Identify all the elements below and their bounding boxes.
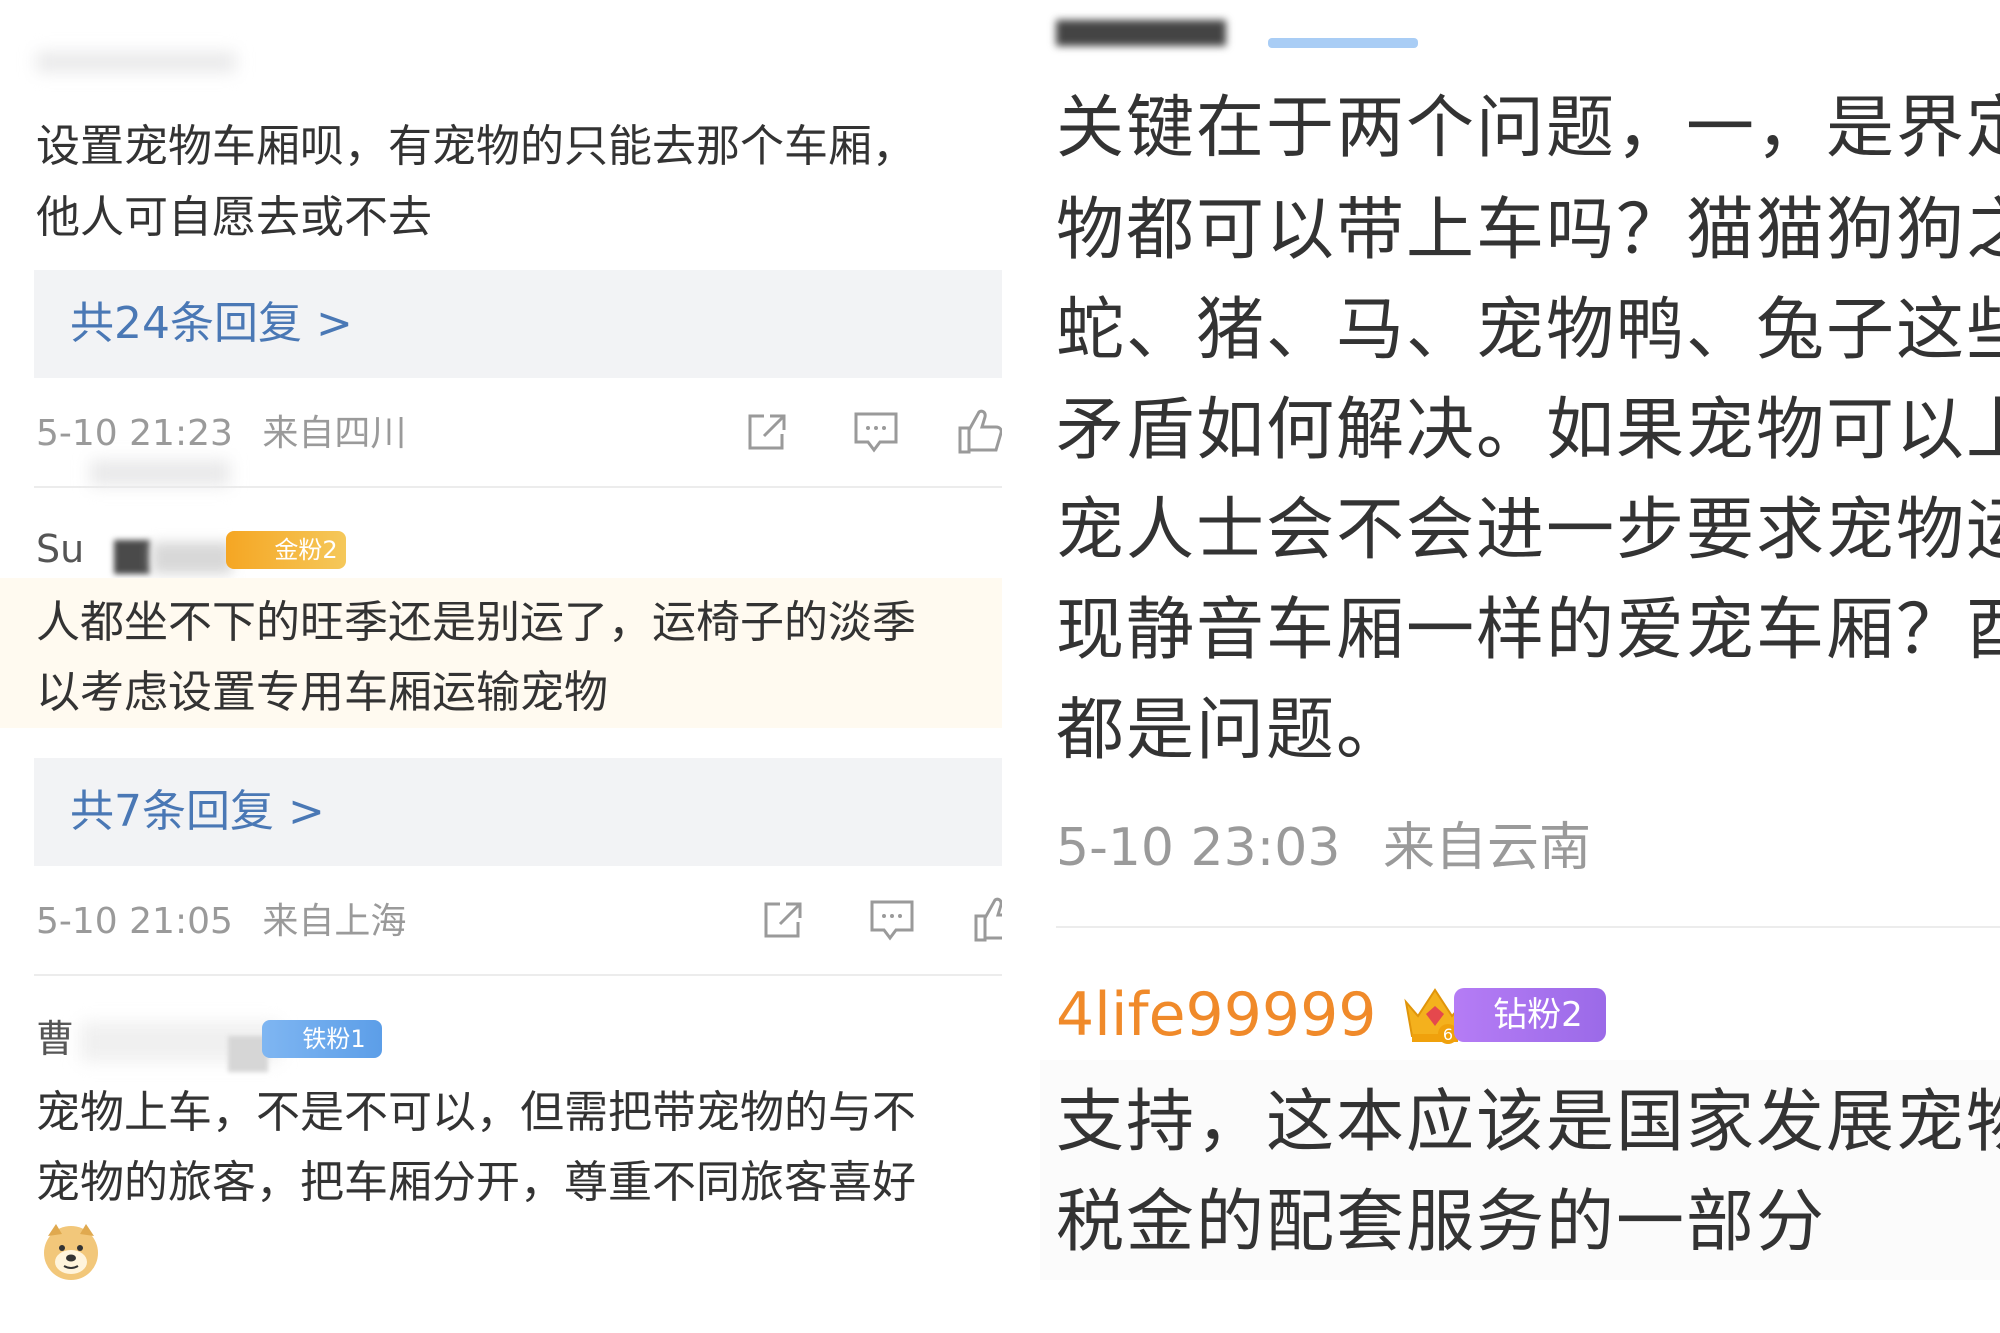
replies-link-box[interactable]: 共24条回复 > <box>34 270 1002 378</box>
comment-text-line: 宠物上车，不是不可以，但需把带宠物的与不 <box>36 1087 916 1138</box>
comment-text-line: 蛇、猪、马、宠物鸭、兔子这些 <box>1056 291 2000 370</box>
comment-text-line: 现静音车厢一样的爱宠车厢？酉 <box>1056 591 2000 670</box>
like-icon[interactable] <box>956 406 1002 456</box>
comment-text-line: 支持，这本应该是国家发展宠物 <box>1056 1083 2000 1162</box>
fan-badge: 金粉2 <box>226 531 346 569</box>
location-text: 来自四川 <box>262 413 407 454</box>
username[interactable]: Su <box>36 526 84 572</box>
left-screenshot-panel: 设置宠物车厢呗，有宠物的只能去那个车厢， 他人可自愿去或不去 共24条回复 > … <box>0 0 1002 1333</box>
cropped-username-fragment <box>1056 20 1226 46</box>
comment-text-line: 宠人士会不会进一步要求宠物运 <box>1056 491 2000 570</box>
fan-badge: 铁粉1 <box>262 1020 382 1058</box>
comment-text-line: 他人可自愿去或不去 <box>36 192 432 243</box>
comment-divider <box>34 486 1002 488</box>
redacted-username <box>114 540 150 574</box>
badge-text: 铁粉1 <box>302 1025 366 1053</box>
replies-link[interactable]: 共24条回复 > <box>70 296 353 352</box>
right-screenshot-panel: 关键在于两个问题，一，是界定 物都可以带上车吗？猫猫狗狗之 蛇、猪、马、宠物鸭、… <box>1040 0 2000 1333</box>
fan-badge: 钻粉2 <box>1454 988 1606 1042</box>
timestamp: 5-10 21:05 来自上海 <box>36 900 406 944</box>
cropped-badge-fragment <box>1268 38 1418 48</box>
comment-text-line: 设置宠物车厢呗，有宠物的只能去那个车厢， <box>36 121 916 172</box>
timestamp: 5-10 21:23 来自四川 <box>36 412 406 456</box>
doge-emoji <box>40 1220 102 1282</box>
blurred-avatar-area <box>90 460 230 486</box>
timestamp-text: 5-10 21:23 <box>36 413 233 454</box>
share-icon[interactable] <box>760 898 808 942</box>
comment-icon[interactable] <box>868 898 916 942</box>
comment-text-line: 人都坐不下的旺季还是别运了，运椅子的淡季 <box>36 597 916 648</box>
comment-icon[interactable] <box>852 410 900 454</box>
comment-text-line: 宠物的旅客，把车厢分开，尊重不同旅客喜好 <box>36 1157 916 1208</box>
crown-level: 6 <box>1443 1025 1453 1044</box>
comment-text-line: 税金的配套服务的一部分 <box>1056 1183 1827 1262</box>
comment-text-line: 矛盾如何解决。如果宠物可以上 <box>1056 391 2000 470</box>
like-icon[interactable] <box>972 894 1002 944</box>
badge-text: 钻粉2 <box>1493 995 1583 1035</box>
badge-text: 金粉2 <box>274 536 338 564</box>
cropped-text-fragment <box>36 52 236 72</box>
replies-link[interactable]: 共7条回复 > <box>70 784 325 840</box>
redacted-username <box>152 542 232 574</box>
replies-link-box[interactable]: 共7条回复 > <box>34 758 1002 866</box>
comment-text-line: 都是问题。 <box>1056 691 1407 770</box>
location-text: 来自上海 <box>262 901 407 942</box>
comment-divider <box>1056 926 2000 928</box>
comment-text-line: 关键在于两个问题，一，是界定 <box>1056 89 2000 168</box>
comment-text-line: 物都可以带上车吗？猫猫狗狗之 <box>1056 191 2000 270</box>
timestamp: 5-10 23:03 来自云南 <box>1056 818 1591 878</box>
location-text: 来自云南 <box>1382 818 1591 878</box>
comment-divider <box>34 974 1002 976</box>
share-icon[interactable] <box>744 410 792 454</box>
comment-text-line: 以考虑设置专用车厢运输宠物 <box>36 667 608 718</box>
timestamp-text: 5-10 23:03 <box>1056 818 1341 878</box>
timestamp-text: 5-10 21:05 <box>36 901 233 942</box>
username[interactable]: 4life99999 <box>1056 980 1376 1050</box>
username[interactable]: 曹 <box>36 1016 74 1062</box>
